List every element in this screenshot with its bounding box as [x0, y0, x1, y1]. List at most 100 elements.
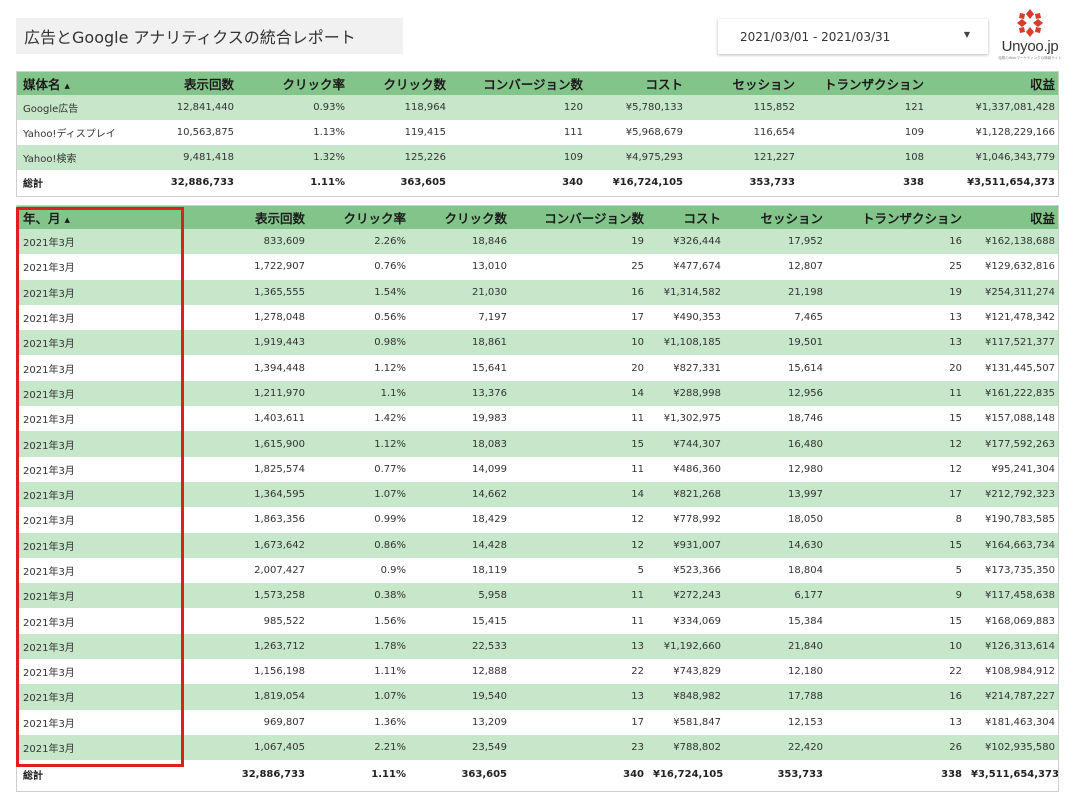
month-row: 2021年3月 1,673,642 0.86% 14,428 12 ¥931,007 14,… — [17, 532, 1058, 558]
table-cell: 1,825,574 — [185, 456, 308, 482]
table-cell: ¥102,935,580 — [965, 734, 1058, 761]
col-header-conversions[interactable]: コンバージョン数 — [449, 72, 586, 95]
table-cell: 18,861 — [409, 330, 510, 356]
table-cell: 13,376 — [409, 380, 510, 407]
table-cell: 12,153 — [724, 709, 826, 735]
table-cell: 1.1% — [308, 380, 409, 407]
table-cell: 10 — [826, 633, 965, 660]
table-cell: 111 — [449, 120, 586, 145]
logo-wordmark: Unyoo.jp — [1001, 38, 1059, 55]
report-title: 広告とGoogle アナリティクスの統合レポート — [16, 18, 403, 54]
table-cell: ¥168,069,883 — [965, 608, 1058, 634]
col-header-ctr[interactable]: クリック率 — [237, 72, 348, 95]
month-row: 2021年3月 1,573,258 0.38% 5,958 11 ¥272,243 6,17… — [17, 583, 1058, 609]
table-cell: 15 — [510, 431, 647, 457]
logo-tagline: 話題のWebマーケティングの情報サイト — [998, 56, 1062, 60]
table-cell: 0.76% — [308, 254, 409, 280]
col-header-cost[interactable]: コスト — [586, 72, 686, 95]
col-header-transactions[interactable]: トランザクション — [798, 72, 927, 95]
table-cell: ¥117,521,377 — [965, 330, 1058, 356]
table-cell: ¥5,968,679 — [586, 120, 686, 145]
table-cell: 1,394,448 — [185, 355, 308, 381]
col-header-clicks[interactable]: クリック数 — [348, 72, 449, 95]
table-cell: 118,964 — [348, 95, 449, 120]
col-header-cost[interactable]: コスト — [647, 206, 724, 229]
table-cell: 1.07% — [308, 481, 409, 508]
total-cell: 353,733 — [724, 760, 826, 790]
table-cell: 1.32% — [237, 145, 348, 170]
month-row: 2021年3月 1,863,356 0.99% 18,429 12 ¥778,992 18,… — [17, 507, 1058, 533]
table-cell: ¥477,674 — [647, 254, 724, 280]
total-cell: 総計 — [17, 170, 147, 195]
col-header-conversions[interactable]: コンバージョン数 — [510, 206, 647, 229]
sort-ascending-icon: ▲ — [64, 81, 70, 90]
table-cell: 5 — [510, 557, 647, 584]
col-header-impressions[interactable]: 表示回数 — [185, 206, 308, 229]
total-cell: 総計 — [17, 760, 185, 790]
table-cell: 12,180 — [724, 659, 826, 685]
month-row: 2021年3月 2,007,427 0.9% 18,119 5 ¥523,366 18,80… — [17, 557, 1058, 584]
table-cell: 11 — [510, 608, 647, 634]
col-header-year-month[interactable]: 年、月 ▲ — [17, 206, 185, 229]
month-row: 2021年3月 1,819,054 1.07% 19,540 13 ¥848,982 17,… — [17, 684, 1058, 710]
month-row: 2021年3月 833,609 2.26% 18,846 19 ¥326,444 17,95… — [17, 229, 1058, 255]
total-cell: 32,886,733 — [185, 760, 308, 790]
table-cell: 2021年3月 — [17, 406, 185, 432]
table-cell: 1,919,443 — [185, 330, 308, 356]
col-header-impressions[interactable]: 表示回数 — [147, 72, 237, 95]
table-cell: 2,007,427 — [185, 557, 308, 584]
col-header-sessions[interactable]: セッション — [686, 72, 798, 95]
table-cell: 6,177 — [724, 583, 826, 609]
table-cell: 26 — [826, 734, 965, 761]
table-cell: 2021年3月 — [17, 633, 185, 660]
site-logo: Unyoo.jp 話題のWebマーケティングの情報サイト — [996, 8, 1064, 66]
col-header-clicks[interactable]: クリック数 — [409, 206, 510, 229]
total-cell: 363,605 — [348, 170, 449, 195]
total-cell: ¥3,511,654,373 — [927, 170, 1058, 195]
table-cell: 19,540 — [409, 684, 510, 710]
col-header-media[interactable]: 媒体名 ▲ — [17, 72, 147, 95]
table-cell: ¥848,982 — [647, 684, 724, 710]
col-header-transactions[interactable]: トランザクション — [826, 206, 965, 229]
table-cell: 22 — [510, 659, 647, 685]
table-cell: 18,746 — [724, 406, 826, 432]
total-row: 総計 32,886,733 1.11% 363,605 340 ¥16,724,105 35… — [17, 760, 1058, 790]
table-cell: 23,549 — [409, 734, 510, 761]
table-cell: 2021年3月 — [17, 659, 185, 685]
table-cell: ¥288,998 — [647, 380, 724, 407]
table-cell: 0.56% — [308, 304, 409, 331]
table-cell: 18,050 — [724, 507, 826, 533]
table-cell: ¥272,243 — [647, 583, 724, 609]
total-cell: ¥3,511,654,373 — [965, 760, 1058, 790]
table-cell: 14 — [510, 481, 647, 508]
table-cell: ¥1,192,660 — [647, 633, 724, 660]
sort-ascending-icon: ▲ — [64, 215, 70, 224]
table-cell: 1,263,712 — [185, 633, 308, 660]
col-header-revenue[interactable]: 収益 — [927, 72, 1058, 95]
table-cell: 2021年3月 — [17, 481, 185, 508]
table-cell: 25 — [510, 254, 647, 280]
month-row: 2021年3月 1,067,405 2.21% 23,549 23 ¥788,802 22,… — [17, 734, 1058, 761]
col-header-ctr[interactable]: クリック率 — [308, 206, 409, 229]
col-header-sessions[interactable]: セッション — [724, 206, 826, 229]
month-row: 2021年3月 1,365,555 1.54% 21,030 16 ¥1,314,582 2… — [17, 279, 1058, 305]
table-cell: 109 — [449, 145, 586, 170]
table-cell: 15 — [826, 406, 965, 432]
date-range-selector[interactable]: 2021/03/01 - 2021/03/31 ▼ — [718, 19, 988, 54]
table-cell: 2021年3月 — [17, 304, 185, 331]
col-header-revenue[interactable]: 収益 — [965, 206, 1058, 229]
table-cell: ¥121,478,342 — [965, 304, 1058, 331]
table-cell: 0.93% — [237, 95, 348, 120]
table-cell: 13 — [510, 633, 647, 660]
media-table: 媒体名 ▲ 表示回数 クリック率 クリック数 コンバージョン数 コスト セッション… — [16, 71, 1059, 197]
table-cell: 18,083 — [409, 431, 510, 457]
month-row: 2021年3月 1,615,900 1.12% 18,083 15 ¥744,307 16,… — [17, 431, 1058, 457]
month-row: 2021年3月 1,722,907 0.76% 13,010 25 ¥477,674 12,… — [17, 254, 1058, 280]
table-cell: 18,429 — [409, 507, 510, 533]
table-cell: ¥177,592,263 — [965, 431, 1058, 457]
table-cell: 1.36% — [308, 709, 409, 735]
month-row: 2021年3月 1,211,970 1.1% 13,376 14 ¥288,998 12,9… — [17, 380, 1058, 407]
table-cell: 17 — [510, 709, 647, 735]
table-cell: 1.54% — [308, 279, 409, 305]
table-cell: ¥326,444 — [647, 229, 724, 255]
